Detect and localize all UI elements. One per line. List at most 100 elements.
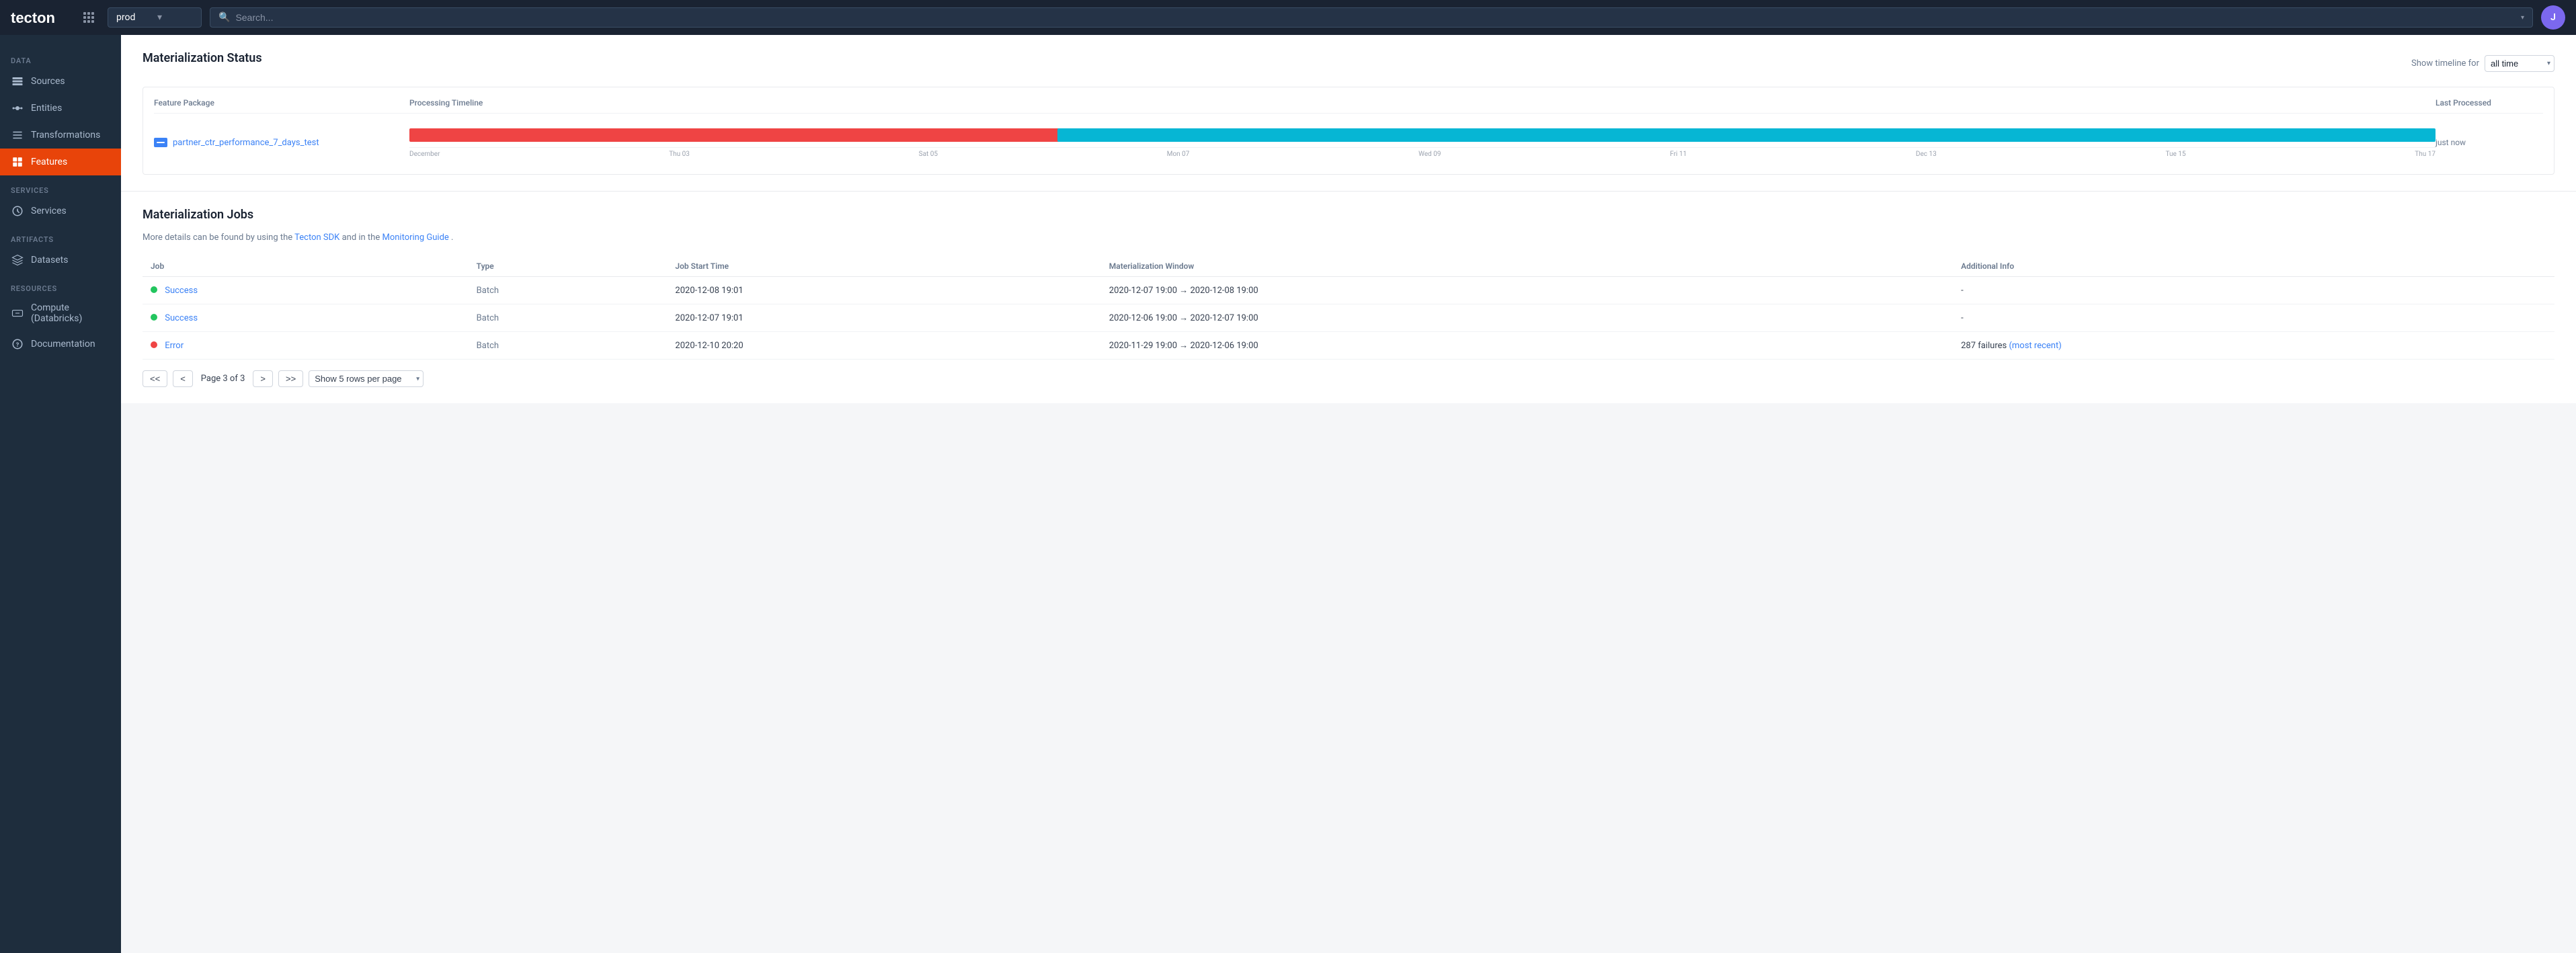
search-dropdown-icon: ▾	[2521, 14, 2524, 22]
timeline-axis: December Thu 03 Sat 05 Mon 07 Wed 09 Fri…	[409, 147, 2436, 158]
feature-package-col-header: Feature Package	[154, 98, 409, 108]
table-row: Success Batch 2020-12-07 19:01 2020-12-0…	[143, 304, 2554, 332]
sidebar-item-compute[interactable]: Compute (Databricks)	[0, 296, 121, 331]
jobs-table-header: Job Type Job Start Time Materialization …	[143, 256, 2554, 277]
axis-label-4: Wed 09	[1418, 151, 1441, 158]
user-avatar[interactable]: J	[2541, 5, 2565, 30]
sidebar-item-label: Entities	[31, 103, 62, 114]
job-link[interactable]: Error	[165, 341, 184, 351]
col-type: Type	[469, 256, 668, 277]
sidebar-item-documentation[interactable]: ? Documentation	[0, 331, 121, 358]
sidebar-item-label: Features	[31, 157, 67, 167]
table-row: Error Batch 2020-12-10 20:20 2020-11-29 …	[143, 332, 2554, 360]
sidebar-item-label: Compute (Databricks)	[31, 302, 110, 324]
documentation-icon: ?	[11, 337, 24, 351]
sidebar-item-entities[interactable]: Entities	[0, 95, 121, 122]
jobs-table: Job Type Job Start Time Materialization …	[143, 256, 2554, 360]
prev-page-button[interactable]: <	[173, 370, 193, 387]
feature-name-link[interactable]: partner_ctr_performance_7_days_test	[154, 138, 409, 148]
entities-icon	[11, 101, 24, 115]
sidebar-item-datasets[interactable]: Datasets	[0, 247, 121, 274]
last-page-button[interactable]: >>	[278, 370, 303, 387]
feature-name: partner_ctr_performance_7_days_test	[173, 138, 319, 148]
materialization-jobs-section: Materialization Jobs More details can be…	[121, 192, 2576, 403]
failure-count: 287 failures	[1961, 341, 2009, 351]
job-start-time-cell: 2020-12-10 20:20	[667, 332, 1100, 360]
monitoring-guide-link[interactable]: Monitoring Guide	[382, 233, 448, 243]
jobs-subtitle: More details can be found by using the T…	[143, 233, 2554, 243]
job-window-cell: 2020-12-06 19:00 → 2020-12-07 19:00	[1101, 304, 1953, 332]
apps-grid-icon[interactable]	[83, 12, 94, 23]
job-link[interactable]: Success	[165, 286, 198, 296]
next-page-button[interactable]: >	[253, 370, 273, 387]
services-section-label: Services	[0, 181, 121, 198]
axis-label-6: Dec 13	[1916, 151, 1937, 158]
status-title: Materialization Status	[143, 51, 262, 65]
job-window-cell: 2020-11-29 19:00 → 2020-12-06 19:00	[1101, 332, 1953, 360]
job-info-cell: -	[1953, 277, 2554, 304]
chart-header: Feature Package Processing Timeline Last…	[154, 98, 2543, 114]
job-type-cell: Batch	[469, 332, 668, 360]
svg-text:tecton: tecton	[11, 9, 55, 26]
workspace-name: prod	[116, 12, 152, 23]
bar-success	[1057, 128, 2436, 142]
search-input[interactable]	[235, 12, 2515, 23]
materialization-status-section: Materialization Status Show timeline for…	[121, 35, 2576, 192]
feature-icon	[154, 138, 167, 147]
timeline-bars-cell: December Thu 03 Sat 05 Mon 07 Wed 09 Fri…	[409, 127, 2436, 158]
job-start-time-cell: 2020-12-08 19:01	[667, 277, 1100, 304]
job-type-cell: Batch	[469, 277, 668, 304]
job-info-cell: -	[1953, 304, 2554, 332]
search-icon: 🔍	[218, 12, 230, 23]
sidebar-item-sources[interactable]: Sources	[0, 68, 121, 95]
axis-label-2: Sat 05	[919, 151, 938, 158]
sources-icon	[11, 75, 24, 88]
timeline-filter-label: Show timeline for	[2411, 58, 2479, 69]
last-processed-cell: just now	[2436, 138, 2543, 147]
timeline-chart: Feature Package Processing Timeline Last…	[143, 87, 2554, 175]
job-status-cell: Error	[143, 332, 469, 360]
feature-name-cell: partner_ctr_performance_7_days_test	[154, 138, 409, 148]
axis-label-0: December	[409, 151, 440, 158]
axis-label-1: Thu 03	[669, 151, 690, 158]
col-info: Additional Info	[1953, 256, 2554, 277]
timeline-select[interactable]: all time last 7 days last 30 days	[2485, 55, 2554, 72]
job-type-cell: Batch	[469, 304, 668, 332]
col-start-time: Job Start Time	[667, 256, 1100, 277]
workspace-selector[interactable]: prod ▾	[108, 7, 202, 28]
axis-label-5: Fri 11	[1670, 151, 1687, 158]
sidebar-item-label: Sources	[31, 76, 65, 87]
sidebar-item-transformations[interactable]: Transformations	[0, 122, 121, 149]
timeline-select-wrapper[interactable]: all time last 7 days last 30 days	[2485, 55, 2554, 72]
table-row: Success Batch 2020-12-08 19:01 2020-12-0…	[143, 277, 2554, 304]
processing-timeline-col-header: Processing Timeline	[409, 98, 2436, 108]
services-icon	[11, 204, 24, 218]
first-page-button[interactable]: <<	[143, 370, 167, 387]
transformations-icon	[11, 128, 24, 142]
search-bar[interactable]: 🔍 ▾	[210, 7, 2533, 28]
chevron-down-icon: ▾	[157, 12, 193, 23]
sidebar-item-label: Services	[31, 206, 67, 216]
job-link[interactable]: Success	[165, 313, 198, 323]
header-row: Job Type Job Start Time Materialization …	[143, 256, 2554, 277]
datasets-icon	[11, 253, 24, 267]
pagination: << < Page 3 of 3 > >> Show 5 rows per pa…	[143, 360, 2554, 387]
axis-label-8: Thu 17	[2415, 151, 2436, 158]
sidebar-item-label: Datasets	[31, 255, 68, 265]
sidebar-item-features[interactable]: Features	[0, 149, 121, 175]
resources-section-label: Resources	[0, 279, 121, 296]
tecton-sdk-link[interactable]: Tecton SDK	[294, 233, 339, 243]
main-content: Materialization Status Show timeline for…	[121, 35, 2576, 953]
job-start-time-cell: 2020-12-07 19:01	[667, 304, 1100, 332]
job-status-cell: Success	[143, 304, 469, 332]
chart-row: partner_ctr_performance_7_days_test Dece…	[154, 122, 2543, 163]
job-window-cell: 2020-12-07 19:00 → 2020-12-08 19:00	[1101, 277, 1953, 304]
jobs-title: Materialization Jobs	[143, 208, 2554, 222]
sidebar-item-services[interactable]: Services	[0, 198, 121, 224]
features-icon	[11, 155, 24, 169]
rows-per-page-select[interactable]: Show 5 rows per page Show 10 rows per pa…	[309, 370, 424, 387]
axis-label-7: Tue 15	[2165, 151, 2185, 158]
timeline-bars	[409, 127, 2436, 143]
most-recent-link[interactable]: (most recent)	[2009, 341, 2061, 351]
rows-per-page-wrapper[interactable]: Show 5 rows per page Show 10 rows per pa…	[309, 370, 424, 387]
